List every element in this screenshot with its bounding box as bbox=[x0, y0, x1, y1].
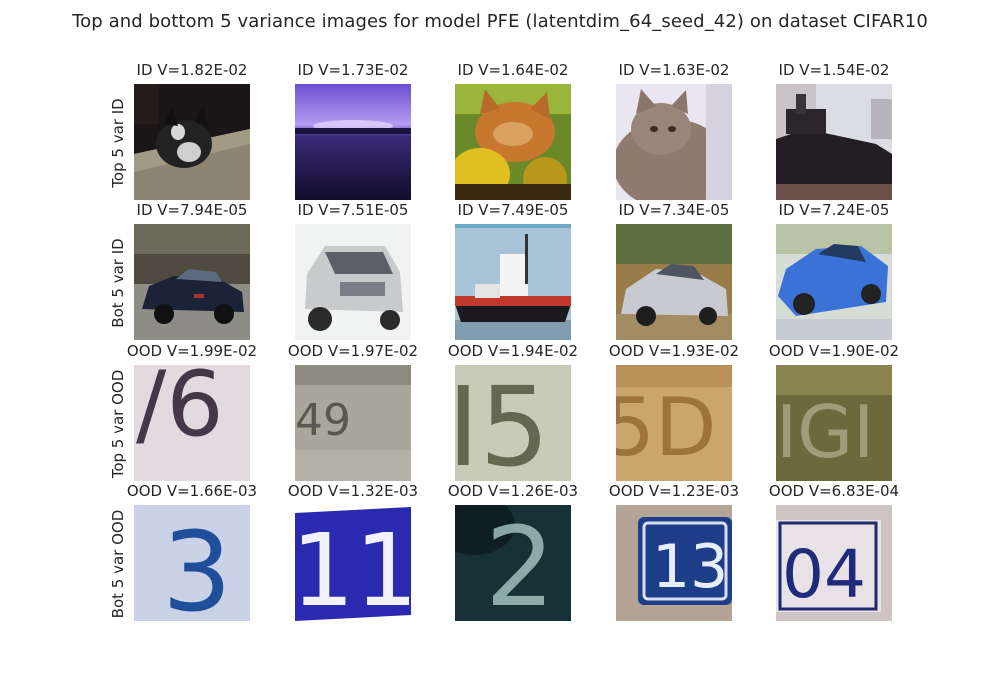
house-number-icon: I5 bbox=[455, 365, 571, 481]
cat-icon bbox=[134, 84, 250, 200]
ship-icon bbox=[455, 224, 571, 340]
svg-text:I5: I5 bbox=[455, 365, 549, 481]
house-number-icon: 13 bbox=[616, 505, 732, 621]
svg-text:13: 13 bbox=[652, 532, 728, 602]
figure-title: Top and bottom 5 variance images for mod… bbox=[72, 11, 928, 32]
row-label-bot-id: Bot 5 var ID bbox=[109, 238, 127, 328]
svg-text:2: 2 bbox=[485, 505, 555, 621]
house-number-icon: 5D bbox=[616, 365, 732, 481]
row-label-bot-ood: Bot 5 var OOD bbox=[109, 509, 127, 619]
svg-text:3: 3 bbox=[162, 508, 232, 621]
svg-text:111: 111 bbox=[295, 512, 411, 621]
cat-icon bbox=[455, 84, 571, 200]
house-number-icon: 49 bbox=[295, 365, 411, 481]
ship-icon bbox=[776, 84, 892, 200]
svg-text:IGI: IGI bbox=[776, 390, 874, 474]
house-number-icon: 04 bbox=[776, 505, 892, 621]
image-caption: OOD V=6.83E-04 bbox=[768, 482, 900, 500]
svg-text:49: 49 bbox=[295, 395, 351, 446]
landscape-icon bbox=[295, 84, 411, 200]
image-caption: ID V=1.54E-02 bbox=[778, 61, 890, 79]
house-number-icon: 3 bbox=[134, 505, 250, 621]
house-number-icon: IGI bbox=[776, 365, 892, 481]
house-number-icon: /6 bbox=[134, 365, 250, 481]
row-label-top-ood: Top 5 var OOD bbox=[109, 369, 127, 479]
house-number-icon: 111 bbox=[295, 505, 411, 621]
house-number-icon: 2 bbox=[455, 505, 571, 621]
cat-icon bbox=[616, 84, 732, 200]
car-icon bbox=[616, 224, 732, 340]
car-icon bbox=[776, 224, 892, 340]
image-caption: OOD V=1.90E-02 bbox=[768, 342, 900, 360]
svg-text:04: 04 bbox=[782, 536, 866, 613]
car-icon bbox=[134, 224, 250, 340]
image-caption: ID V=7.24E-05 bbox=[778, 201, 890, 219]
svg-text:5D: 5D bbox=[616, 381, 717, 474]
svg-text:/6: /6 bbox=[136, 365, 224, 457]
car-icon bbox=[295, 224, 411, 340]
row-label-top-id: Top 5 var ID bbox=[109, 98, 127, 188]
